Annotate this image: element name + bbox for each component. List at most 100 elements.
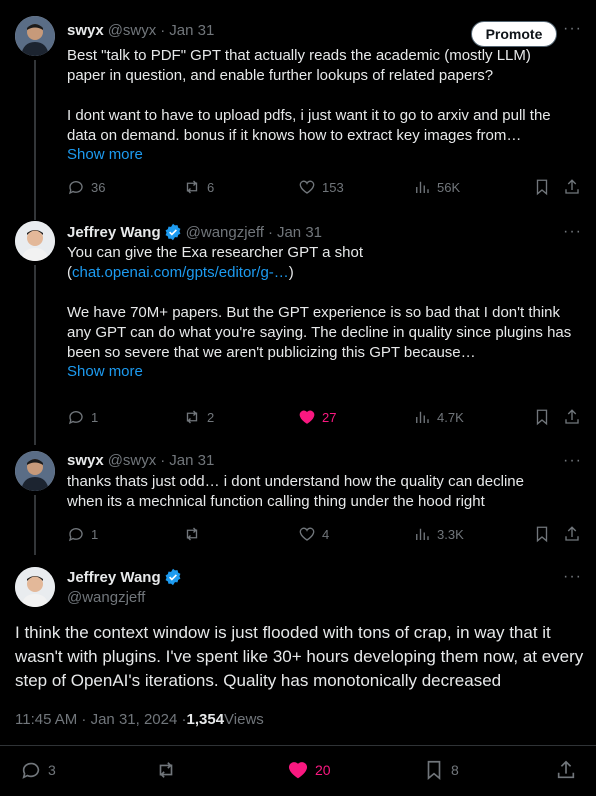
gpt-link[interactable]: chat.openai.com/gpts/editor/g-… (72, 264, 289, 281)
heart-icon (299, 410, 315, 424)
views-count: 56K (437, 179, 461, 195)
bookmark-icon (427, 760, 441, 781)
views-button[interactable]: 4.7K (413, 408, 464, 426)
tweet1-header: swyx @swyx · Jan 31 (67, 22, 215, 39)
share-icon (565, 409, 579, 424)
divider (0, 745, 596, 746)
like-button[interactable]: 4 (298, 525, 329, 543)
views-icon (416, 528, 429, 540)
reply-button[interactable]: 1 (67, 408, 98, 426)
thread-line (34, 495, 36, 555)
show-more-link[interactable]: Show more (67, 146, 143, 163)
repost-count: 2 (207, 409, 215, 425)
tweet3-text: thanks thats just odd… i dont understand… (67, 473, 524, 510)
tweet-timestamp[interactable]: 11:45 AM · Jan 31, 2024 · (15, 711, 187, 728)
repost-button[interactable]: 6 (183, 178, 214, 196)
bookmark-icon (536, 179, 548, 196)
avatar-swyx[interactable] (15, 451, 55, 491)
author-name[interactable]: swyx (67, 452, 104, 469)
author-handle[interactable]: @swyx (108, 22, 157, 39)
show-more-link[interactable]: Show more (67, 363, 143, 380)
more-options-icon[interactable]: ··· (563, 20, 582, 38)
share-icon (565, 179, 579, 194)
bookmark-button[interactable] (533, 525, 557, 543)
more-options-icon[interactable]: ··· (563, 452, 582, 470)
main-tweet-text: I think the context window is just flood… (15, 623, 584, 690)
views-icon (416, 411, 429, 423)
share-button[interactable] (563, 408, 587, 426)
reply-count: 1 (91, 526, 99, 542)
reply-icon (68, 181, 83, 195)
heart-icon (288, 762, 308, 779)
share-button[interactable] (563, 525, 587, 543)
reply-button[interactable]: 1 (67, 525, 98, 543)
views-icon (416, 181, 429, 193)
author-handle[interactable]: @wangzjeff (186, 224, 264, 241)
repost-icon (186, 410, 198, 424)
views-button[interactable]: 3.3K (413, 525, 464, 543)
repost-icon (159, 762, 173, 778)
thread-line (34, 265, 36, 445)
bookmark-icon (536, 526, 548, 543)
bookmark-icon (536, 409, 548, 426)
more-options-icon[interactable]: ··· (563, 568, 582, 586)
author-name[interactable]: Jeffrey Wang (67, 569, 161, 586)
bookmark-button[interactable]: 8 (423, 759, 459, 781)
like-count: 27 (322, 409, 337, 425)
verified-badge-icon (165, 223, 181, 241)
reply-button[interactable]: 3 (20, 759, 56, 781)
promote-button[interactable]: Promote (471, 21, 557, 47)
share-icon (557, 760, 575, 779)
bookmark-button[interactable] (533, 408, 557, 426)
tweet-date[interactable]: Jan 31 (169, 452, 214, 469)
heart-icon (299, 180, 315, 194)
views-total: 1,354 (186, 711, 225, 728)
repost-button[interactable] (155, 759, 183, 781)
verified-badge-icon (165, 568, 181, 586)
views-label: Views (224, 711, 264, 728)
share-button[interactable] (563, 178, 587, 196)
avatar-swyx[interactable] (15, 16, 55, 56)
reply-count: 3 (48, 762, 56, 778)
main-tweet-author: Jeffrey Wang (67, 568, 182, 586)
like-count: 4 (322, 526, 330, 542)
share-icon (565, 526, 579, 541)
heart-icon (299, 527, 315, 541)
author-handle[interactable]: @wangzjeff (67, 589, 145, 606)
like-count: 20 (315, 762, 331, 778)
like-count: 153 (322, 179, 344, 195)
tweet2-text: You can give the Exa researcher GPT a sh… (67, 243, 587, 363)
like-button[interactable]: 153 (298, 178, 344, 196)
tweet-date[interactable]: Jan 31 (277, 224, 322, 241)
views-count: 3.3K (437, 526, 464, 542)
tweet-date[interactable]: Jan 31 (169, 22, 214, 39)
share-button[interactable] (555, 759, 583, 781)
tweet3-header: swyx @swyx · Jan 31 (67, 452, 215, 469)
tweet1-text: Best "talk to PDF" GPT that actually rea… (67, 47, 551, 144)
views-count: 4.7K (437, 409, 464, 425)
repost-icon (186, 527, 198, 541)
reply-button[interactable]: 36 (67, 178, 105, 196)
like-button[interactable]: 27 (298, 408, 336, 426)
reply-icon (68, 528, 83, 542)
repost-button[interactable] (183, 525, 207, 543)
repost-button[interactable]: 2 (183, 408, 214, 426)
more-options-icon[interactable]: ··· (563, 223, 582, 241)
bookmark-button[interactable] (533, 178, 557, 196)
author-name[interactable]: swyx (67, 22, 104, 39)
author-handle[interactable]: @swyx (108, 452, 157, 469)
reply-count: 36 (91, 179, 106, 195)
bookmark-count: 8 (451, 762, 459, 778)
repost-count: 6 (207, 179, 215, 195)
avatar-jeffrey-wang[interactable] (15, 567, 55, 607)
thread-line (34, 60, 36, 220)
tweet2-header: Jeffrey Wang @wangzjeff · Jan 31 (67, 223, 323, 241)
avatar-jeffrey-wang[interactable] (15, 221, 55, 261)
views-button[interactable]: 56K (413, 178, 460, 196)
reply-icon (22, 762, 40, 779)
reply-icon (68, 411, 83, 425)
reply-count: 1 (91, 409, 99, 425)
tweet-timestamp-row: 11:45 AM · Jan 31, 2024 · 1,354 Views (15, 711, 264, 728)
author-name[interactable]: Jeffrey Wang (67, 224, 161, 241)
like-button[interactable]: 20 (287, 759, 331, 781)
